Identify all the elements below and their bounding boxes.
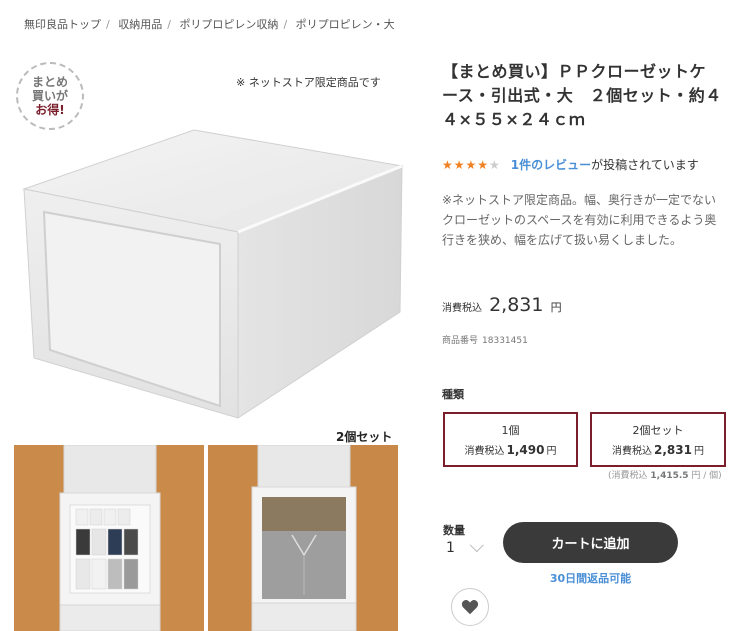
breadcrumb-separator: / [167,18,171,31]
storage-box-illustration [22,129,404,419]
quantity-value: 1 [446,540,455,556]
heart-icon [461,600,479,615]
breadcrumb-separator: / [283,18,288,31]
unit-price-note: (消費税込 1,415.5 円 / 個) [608,471,722,481]
price-currency: 円 [550,301,562,314]
breadcrumb-separator: / [106,18,110,31]
thumbnail-caption: 2個セット [336,430,393,444]
product-main-image[interactable]: まとめ 買いが お得! [12,52,408,422]
sku-label: 商品番号 [442,336,479,346]
variant-price: 消費税込 1,490 円 [464,443,557,457]
badge-line-1: まとめ [31,75,68,89]
price-amount: 2,831 [489,294,544,316]
variant-price: 消費税込 2,831 円 [612,443,704,457]
product-description: ※ネットストア限定商品。幅、奥行きが一定でないクローゼットのスペースを有効に利用… [442,193,717,247]
quantity-label: 数量 [443,524,465,537]
breadcrumb-item-pp-large[interactable]: ポリプロピレン・大 [296,18,395,31]
sku-value: 18331451 [482,336,528,346]
variant-name: 1個 [501,424,520,437]
breadcrumb-item-storage[interactable]: 収納用品 [118,18,162,31]
variant-option-single[interactable]: 1個 消費税込 1,490 円 [443,412,578,467]
breadcrumb-item-top[interactable]: 無印良品トップ [24,18,101,31]
sku-row: 商品番号 18331451 [442,333,532,346]
drawer-with-clothes-image [14,445,204,631]
variant-label: 種類 [442,388,464,401]
review-count-text: が投稿されています [591,158,699,172]
favorite-button[interactable] [451,588,489,626]
breadcrumb: 無印良品トップ / 収納用品 / ポリプロピレン収納 / ポリプロピレン・大 [24,16,395,32]
chevron-down-icon [469,538,484,553]
add-to-cart-button[interactable]: カートに追加 [503,522,678,563]
review-link[interactable]: 1件のレビュー [511,156,591,173]
rating-stars: ★★★★★ [442,157,501,172]
price-block: 消費税込 2,831 円 [442,294,562,316]
product-thumbnail-1[interactable] [14,445,204,631]
product-thumbnail-2[interactable] [208,445,398,631]
breadcrumb-item-pp-storage[interactable]: ポリプロピレン収納 [179,18,278,31]
web-exclusive-note: ※ ネットストア限定商品です [236,76,381,89]
quantity-select[interactable]: 1 [446,538,484,556]
drawer-with-sweater-image [208,445,398,631]
variant-name: 2個セット [632,424,684,437]
return-policy-note: 30日間返品可能 [549,572,632,585]
rating-row: ★★★★★ 1件のレビュー が投稿されています [442,156,699,173]
product-title: 【まとめ買い】ＰＰクローゼットケース・引出式・大 ２個セット・約４４×５５×２４… [442,62,722,129]
variant-option-set-of-two[interactable]: 2個セット 消費税込 2,831 円 [590,412,726,467]
price-tax-label: 消費税込 [442,303,482,314]
